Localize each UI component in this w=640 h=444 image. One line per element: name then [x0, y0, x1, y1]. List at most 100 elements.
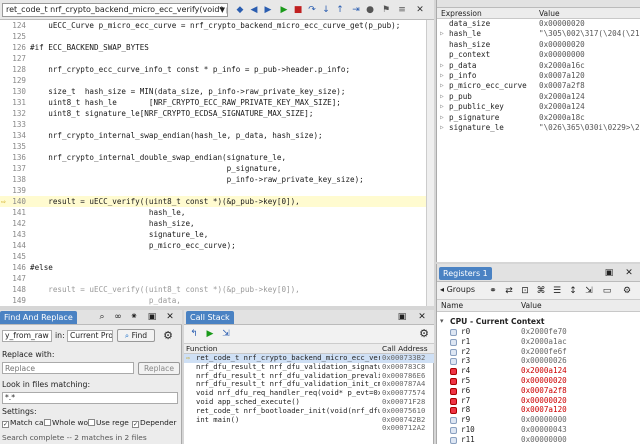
- call-stack-row[interactable]: ret_code_t nrf_bootloader_init(void(nrf_…: [184, 407, 434, 416]
- step-out-icon[interactable]: ↰: [188, 328, 200, 340]
- expression-row[interactable]: ▷ p_micro_ecc_curve 0x0007a2f8: [437, 81, 640, 91]
- tab-call-stack[interactable]: Call Stack: [186, 311, 234, 324]
- file-pattern-input[interactable]: *.*: [2, 392, 178, 404]
- register-group[interactable]: ▾ CPU - Current Context: [437, 316, 640, 327]
- close-icon[interactable]: ✕: [414, 4, 426, 16]
- code-line[interactable]: 134 nrf_crypto_internal_swap_endian(hash…: [0, 130, 426, 141]
- code-line[interactable]: 126 #if ECC_BACKEND_SWAP_BYTES: [0, 42, 426, 53]
- code-line[interactable]: 146 #else: [0, 262, 426, 273]
- column-call-address[interactable]: Call Address: [382, 344, 428, 354]
- refresh-icon[interactable]: ⇄: [503, 285, 515, 297]
- option-checkbox[interactable]: ✓ Depender: [132, 418, 176, 428]
- register-row[interactable]: r4 0x2000a124: [437, 366, 640, 376]
- close-icon[interactable]: ✕: [623, 267, 635, 279]
- register-row[interactable]: r6 0x0007a2f8: [437, 386, 640, 396]
- code-line[interactable]: 136 nrf_crypto_internal_double_swap_endi…: [0, 152, 426, 163]
- code-line[interactable]: 125: [0, 31, 426, 42]
- expand-icon[interactable]: ▷: [440, 61, 444, 71]
- code-line[interactable]: 149 p_data,: [0, 295, 426, 306]
- call-stack-row[interactable]: nrf_dfu_result_t nrf_dfu_validation_prev…: [184, 372, 434, 381]
- replace-input[interactable]: [2, 362, 134, 374]
- list-icon[interactable]: ☰: [551, 285, 563, 297]
- code-line[interactable]: 133: [0, 119, 426, 130]
- close-icon[interactable]: ✕: [164, 311, 176, 323]
- code-line[interactable]: 132 uint8_t signature_le[NRF_CRYPTO_ECDS…: [0, 108, 426, 119]
- format-icon[interactable]: ⊡: [519, 285, 531, 297]
- prev-icon[interactable]: ◀: [248, 4, 260, 16]
- expression-row[interactable]: data_size 0x00000020: [437, 19, 640, 29]
- expression-row[interactable]: p_context 0x00000000: [437, 50, 640, 60]
- register-row[interactable]: r7 0x00000020: [437, 396, 640, 406]
- register-row[interactable]: r2 0x2000fe6f: [437, 347, 640, 357]
- code-area[interactable]: 124 uECC_Curve p_micro_ecc_curve = nrf_c…: [0, 20, 426, 306]
- expand-icon[interactable]: ▷: [440, 81, 444, 91]
- binoculars-icon[interactable]: ∞: [112, 311, 124, 323]
- call-stack-row[interactable]: int main() 0x000742B2: [184, 416, 434, 425]
- tab-registers[interactable]: Registers 1: [439, 267, 492, 280]
- expression-row[interactable]: hash_size 0x00000020: [437, 40, 640, 50]
- call-stack-row[interactable]: ⇨ ret_code_t nrf_crypto_backend_micro_ecc…: [184, 354, 434, 363]
- register-row[interactable]: r5 0x00000020: [437, 376, 640, 386]
- maximize-icon[interactable]: ▣: [396, 311, 408, 323]
- find-icon[interactable]: ⌕: [96, 311, 108, 323]
- breakpoint-icon[interactable]: ●: [364, 4, 376, 16]
- run-to-cursor-icon[interactable]: ⇥: [350, 4, 362, 16]
- option-checkbox[interactable]: ✓ Match ca: [2, 418, 44, 428]
- code-line[interactable]: 139: [0, 185, 426, 196]
- filter-icon[interactable]: ⌘: [535, 285, 547, 297]
- call-stack-row[interactable]: nrf_dfu_result_t nrf_dfu_validation_sign…: [184, 363, 434, 372]
- settings-icon[interactable]: ⚙: [162, 330, 174, 342]
- function-selector[interactable]: ret_code_t nrf_crypto_backend_micro_ecc_…: [2, 3, 228, 17]
- bookmark-icon[interactable]: ⚑: [380, 4, 392, 16]
- expression-row[interactable]: ▷ p_signature 0x2000a18c: [437, 113, 640, 123]
- code-line[interactable]: 130 size_t hash_size = MIN(data_size, p_…: [0, 86, 426, 97]
- menu-icon[interactable]: ≡: [396, 4, 408, 16]
- column-value[interactable]: Value: [521, 300, 542, 312]
- register-row[interactable]: r11 0x00000000: [437, 435, 640, 444]
- code-line[interactable]: 127: [0, 53, 426, 64]
- code-line[interactable]: 148 result = uECC_verify((uint8_t const …: [0, 284, 426, 295]
- expression-row[interactable]: ▷ hash_le "\305\002\317(\204(\217\: [437, 29, 640, 39]
- find-button[interactable]: ⌕ Find: [117, 329, 155, 342]
- regex-icon[interactable]: ⁕: [128, 311, 140, 323]
- option-checkbox[interactable]: Whole wo: [44, 418, 88, 427]
- code-line[interactable]: 145: [0, 251, 426, 262]
- expand-icon[interactable]: ▷: [440, 113, 444, 123]
- code-line[interactable]: 135: [0, 141, 426, 152]
- expression-row[interactable]: ▷ p_data 0x2000a16c: [437, 61, 640, 71]
- source-editor[interactable]: ret_code_t nrf_crypto_backend_micro_ecc_…: [0, 0, 434, 306]
- code-line[interactable]: 124 uECC_Curve p_micro_ecc_curve = nrf_c…: [0, 20, 426, 31]
- column-name[interactable]: Name: [441, 300, 463, 312]
- column-expression[interactable]: Expression: [441, 8, 482, 19]
- code-line[interactable]: 144 p_micro_ecc_curve);: [0, 240, 426, 251]
- register-row[interactable]: r9 0x00000000: [437, 415, 640, 425]
- expression-row[interactable]: ▷ p_pub 0x2000a124: [437, 92, 640, 102]
- code-line[interactable]: 137 p_signature,: [0, 163, 426, 174]
- expand-icon[interactable]: ▷: [440, 92, 444, 102]
- code-line[interactable]: 143 signature_le,: [0, 229, 426, 240]
- next-icon[interactable]: ▶: [262, 4, 274, 16]
- settings-icon[interactable]: ⚙: [418, 328, 430, 340]
- code-line[interactable]: 129: [0, 75, 426, 86]
- register-row[interactable]: r8 0x0007a120: [437, 405, 640, 415]
- find-input[interactable]: y_from_raw: [2, 330, 52, 342]
- call-stack-row[interactable]: void app_sched_execute() 0x00071F28: [184, 398, 434, 407]
- settings-icon[interactable]: ⚙: [621, 285, 633, 297]
- expression-row[interactable]: ▷ p_info 0x0007a120: [437, 71, 640, 81]
- code-line[interactable]: 141 hash_le,: [0, 207, 426, 218]
- call-stack-row[interactable]: 0x000712A2: [184, 424, 434, 433]
- code-line[interactable]: 138 p_info->raw_private_key_size);: [0, 174, 426, 185]
- export-icon[interactable]: ⇲: [583, 285, 595, 297]
- expand-icon[interactable]: ▷: [440, 71, 444, 81]
- column-function[interactable]: Function: [186, 344, 217, 354]
- editor-scrollbar[interactable]: [426, 20, 434, 306]
- code-line[interactable]: ⇨ 140 result = uECC_verify((uint8_t const…: [0, 196, 426, 207]
- maximize-icon[interactable]: ▣: [146, 311, 158, 323]
- expand-icon[interactable]: ▷: [440, 123, 444, 133]
- groups-dropdown[interactable]: ◂ Groups: [440, 285, 475, 294]
- link-icon[interactable]: ⚭: [487, 285, 499, 297]
- expression-row[interactable]: ▷ p_public_key 0x2000a124: [437, 102, 640, 112]
- code-line[interactable]: 128 nrf_crypto_ecc_curve_info_t const * …: [0, 64, 426, 75]
- call-stack-row[interactable]: void nrf_dfu_req_handler_req(void* p_evt…: [184, 389, 434, 398]
- step-out-icon[interactable]: ↑: [334, 4, 346, 16]
